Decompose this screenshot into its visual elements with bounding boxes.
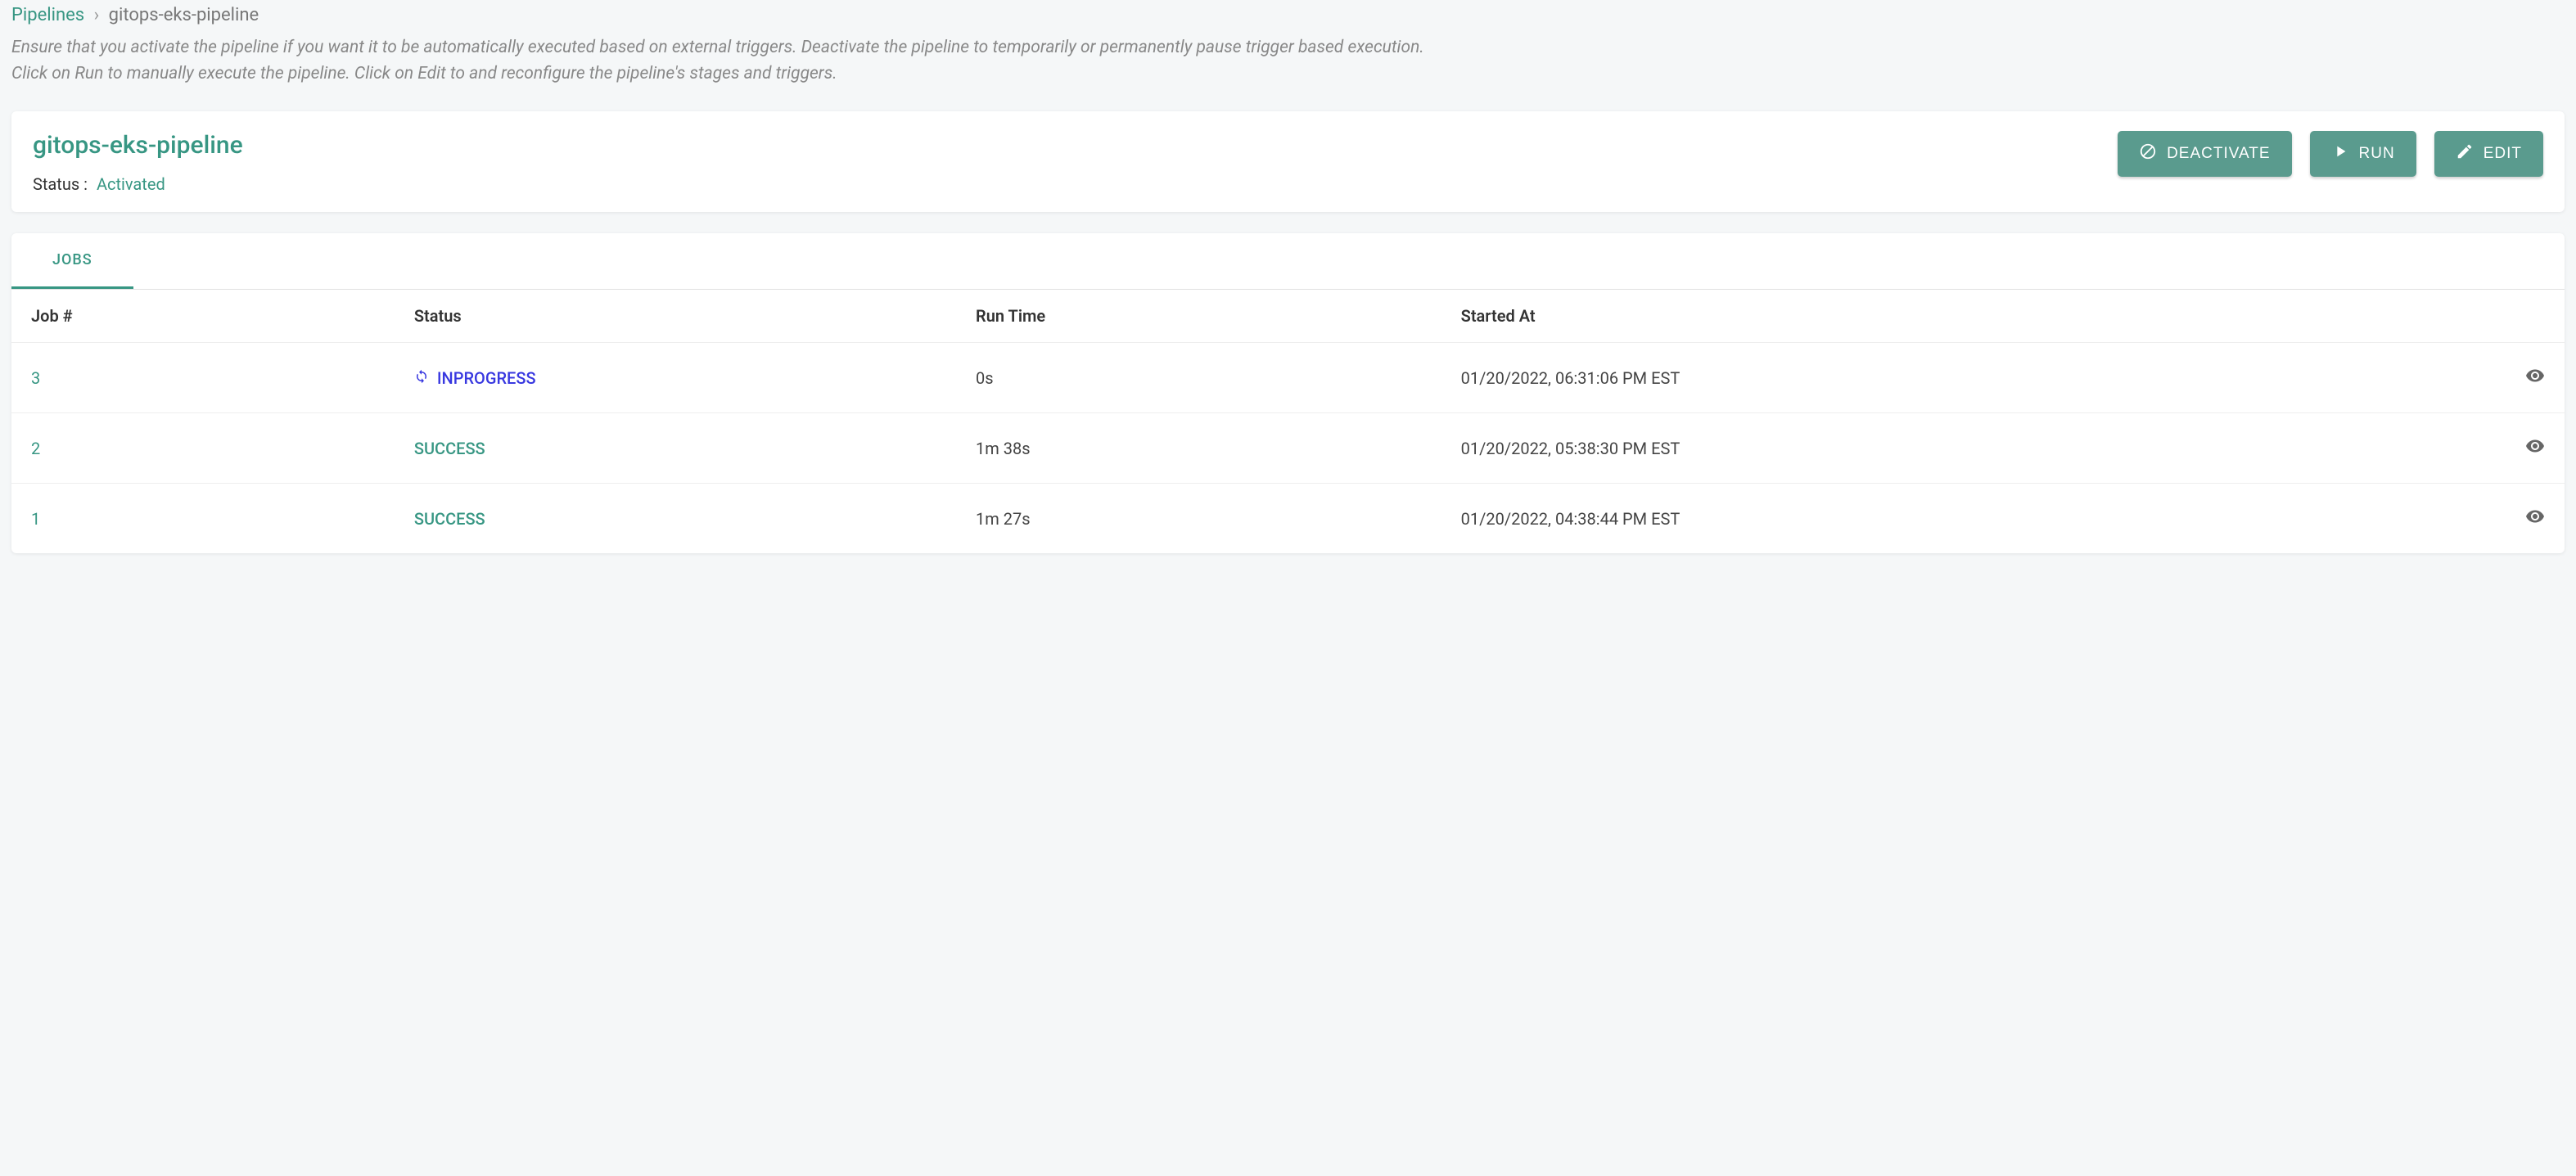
play-icon (2331, 142, 2349, 165)
breadcrumb: Pipelines › gitops-eks-pipeline (11, 0, 2565, 35)
status-value: Activated (97, 174, 165, 194)
status-badge-inprogress: INPROGRESS (414, 368, 536, 388)
started-cell: 01/20/2022, 05:38:30 PM EST (1441, 413, 2411, 484)
pipeline-title: gitops-eks-pipeline (33, 131, 243, 160)
edit-button[interactable]: EDIT (2434, 131, 2543, 177)
help-text-line-2: Click on Run to manually execute the pip… (11, 61, 2565, 88)
table-header-row: Job # Status Run Time Started At (11, 290, 2565, 343)
table-row: 2 SUCCESS 1m 38s 01/20/2022, 05:38:30 PM… (11, 413, 2565, 484)
job-number-link[interactable]: 3 (31, 368, 40, 388)
status-label: Status : (33, 174, 88, 194)
deactivate-icon (2139, 142, 2157, 165)
run-button[interactable]: RUN (2310, 131, 2416, 177)
eye-icon (2525, 507, 2545, 530)
breadcrumb-root-link[interactable]: Pipelines (11, 5, 84, 25)
status-text: INPROGRESS (437, 368, 536, 388)
status-badge-success: SUCCESS (414, 509, 485, 529)
eye-icon (2525, 366, 2545, 390)
column-header-runtime: Run Time (956, 290, 1441, 343)
run-button-label: RUN (2359, 145, 2395, 163)
view-job-button[interactable] (2525, 366, 2545, 390)
job-number-link[interactable]: 2 (31, 439, 40, 458)
table-row: 1 SUCCESS 1m 27s 01/20/2022, 04:38:44 PM… (11, 484, 2565, 554)
card-header: gitops-eks-pipeline Status : Activated D… (33, 131, 2543, 194)
column-header-status: Status (395, 290, 956, 343)
help-text-line-1: Ensure that you activate the pipeline if… (11, 35, 2565, 61)
view-job-button[interactable] (2525, 507, 2545, 530)
runtime-cell: 1m 27s (956, 484, 1441, 554)
view-job-button[interactable] (2525, 436, 2545, 460)
job-number-link[interactable]: 1 (31, 509, 40, 529)
eye-icon (2525, 436, 2545, 460)
column-header-job: Job # (11, 290, 395, 343)
action-buttons: DEACTIVATE RUN EDIT (2118, 131, 2543, 177)
card-header-left: gitops-eks-pipeline Status : Activated (33, 131, 243, 194)
column-header-action (2411, 290, 2565, 343)
started-cell: 01/20/2022, 06:31:06 PM EST (1441, 343, 2411, 413)
deactivate-button-label: DEACTIVATE (2167, 145, 2270, 163)
deactivate-button[interactable]: DEACTIVATE (2118, 131, 2291, 177)
started-cell: 01/20/2022, 04:38:44 PM EST (1441, 484, 2411, 554)
edit-button-label: EDIT (2484, 145, 2522, 163)
help-text: Ensure that you activate the pipeline if… (11, 35, 2565, 87)
status-line: Status : Activated (33, 174, 243, 194)
edit-icon (2456, 142, 2474, 165)
table-row: 3 INPROGRESS 0s 01/20/2022, 06:31:06 PM … (11, 343, 2565, 413)
runtime-cell: 1m 38s (956, 413, 1441, 484)
breadcrumb-current: gitops-eks-pipeline (109, 5, 259, 25)
jobs-table: Job # Status Run Time Started At 3 INPRO… (11, 290, 2565, 553)
status-badge-success: SUCCESS (414, 439, 485, 458)
runtime-cell: 0s (956, 343, 1441, 413)
tab-jobs[interactable]: JOBS (11, 233, 133, 289)
column-header-started: Started At (1441, 290, 2411, 343)
breadcrumb-separator: › (94, 5, 100, 25)
pipeline-header-card: gitops-eks-pipeline Status : Activated D… (11, 111, 2565, 212)
jobs-card: JOBS Job # Status Run Time Started At 3 (11, 233, 2565, 553)
tabs-header: JOBS (11, 233, 2565, 290)
sync-icon (414, 368, 429, 388)
